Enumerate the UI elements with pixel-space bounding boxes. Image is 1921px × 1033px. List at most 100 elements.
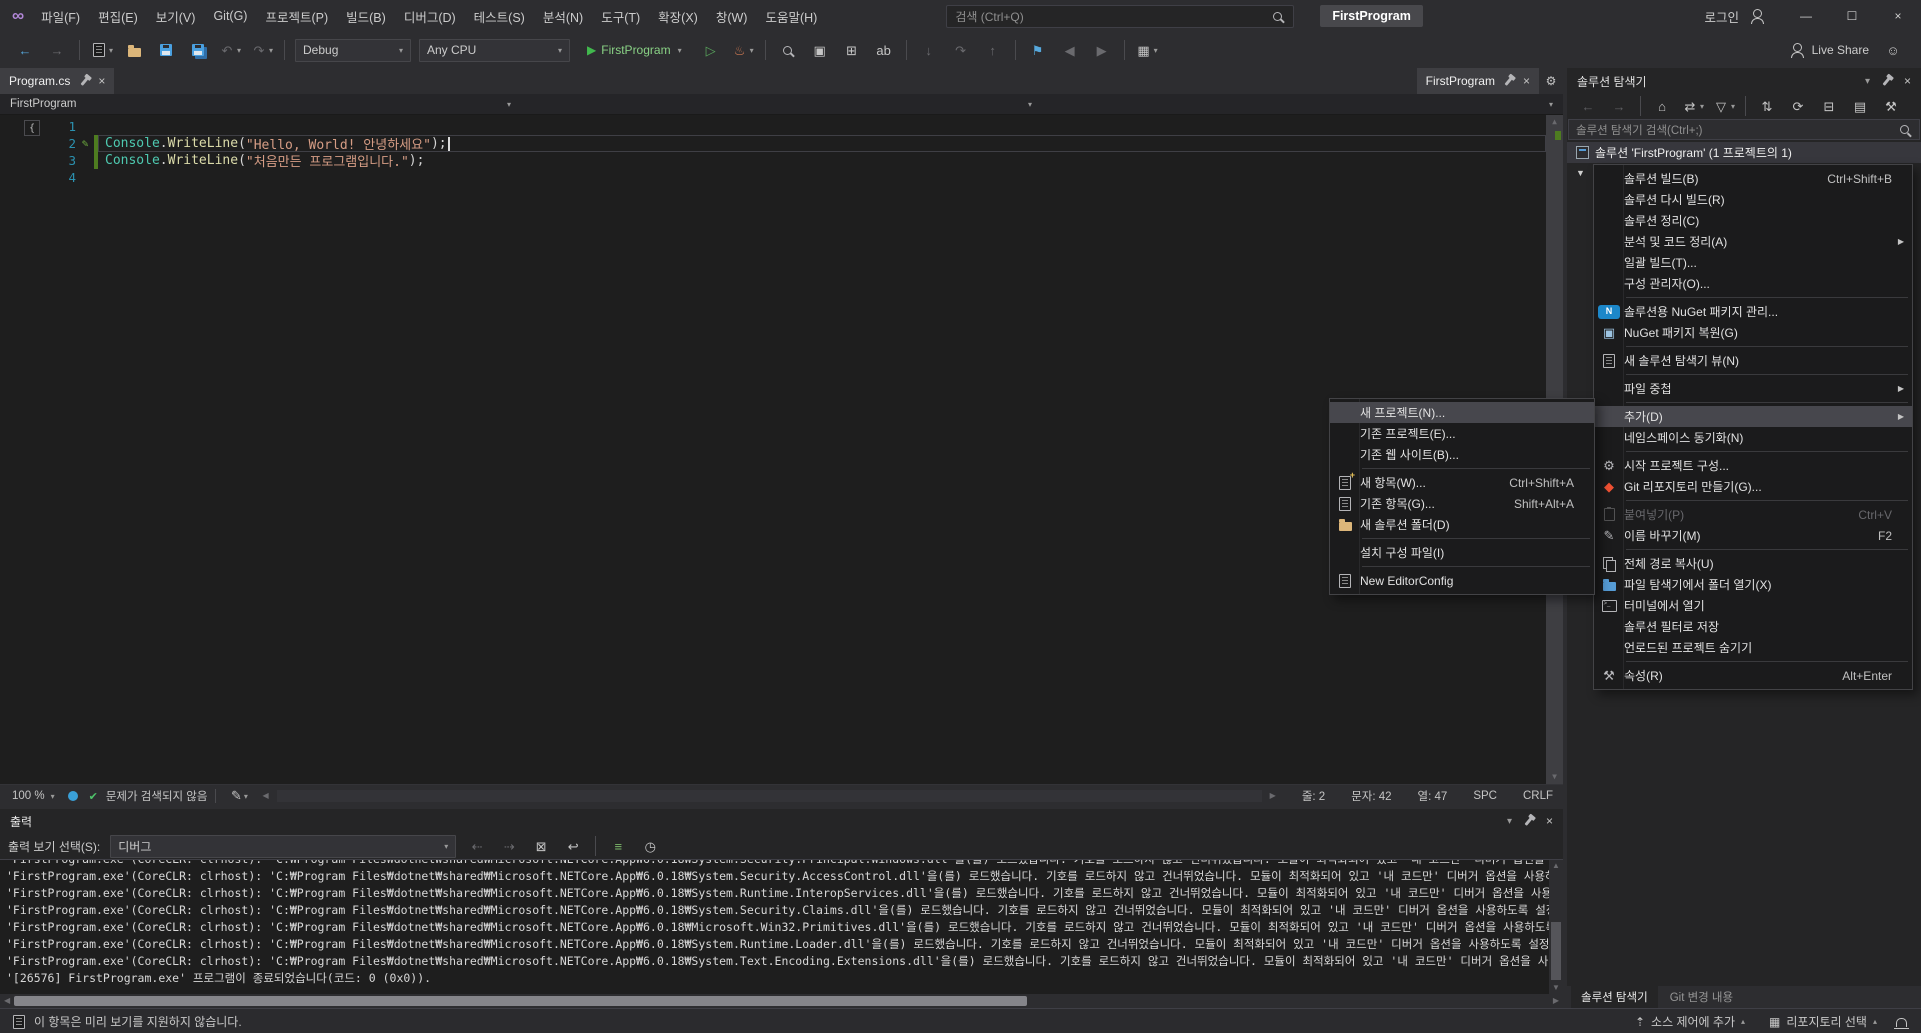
output-source-select[interactable]: 디버그 ▾: [110, 834, 457, 858]
health-indicator-icon[interactable]: [65, 788, 81, 804]
output-vertical-scrollbar[interactable]: ▲ ▼: [1549, 860, 1563, 994]
tab-preview-firstprogram[interactable]: FirstProgram ×: [1416, 68, 1539, 94]
sign-in-button[interactable]: 로그인: [1704, 7, 1739, 26]
chevron-expanded-icon[interactable]: ▼: [1576, 168, 1585, 178]
context-menu-item[interactable]: 네임스페이스 동기화(N): [1594, 427, 1912, 448]
code-line[interactable]: 2 ✎ Console. WriteLine("Hello, World! 안녕하세요…: [0, 135, 1563, 153]
user-profile-icon[interactable]: [1749, 8, 1765, 24]
platform-select[interactable]: Any CPU ▾: [419, 38, 570, 62]
menu-item[interactable]: 프로젝트(P): [256, 0, 337, 32]
se-forward[interactable]: →: [1604, 94, 1634, 119]
project-dropdown[interactable]: FirstProgram ▾: [0, 94, 521, 114]
previous-bookmark[interactable]: ◀: [1055, 38, 1085, 63]
notifications-bell-icon[interactable]: [1893, 1014, 1909, 1030]
menu-item[interactable]: 보기(V): [147, 0, 205, 32]
context-menu-item[interactable]: 분석 및 코드 정리(A) ▶: [1594, 231, 1912, 252]
scrollbar-thumb[interactable]: [14, 996, 1028, 1006]
context-menu-item[interactable]: 구성 관리자(O)...: [1594, 273, 1912, 294]
command-window[interactable]: ▣: [805, 38, 835, 63]
scrollbar-thumb[interactable]: [1551, 922, 1561, 980]
feedback-icon[interactable]: ☺: [1885, 42, 1901, 58]
context-menu-item[interactable]: 기존 항목(G)... Shift+Alt+A: [1330, 493, 1594, 514]
scroll-left-arrow-icon[interactable]: ◀: [262, 792, 268, 800]
add-to-source-control-button[interactable]: ⇡ 소스 제어에 추가 ▴: [1627, 1013, 1753, 1030]
context-menu-item[interactable]: 솔루션 필터로 저장: [1594, 616, 1912, 637]
context-menu-item[interactable]: 새 프로젝트(N)...: [1330, 402, 1594, 423]
context-menu-item[interactable]: 솔루션 다시 빌드(R): [1594, 189, 1912, 210]
undo[interactable]: ↶ ▾: [215, 38, 245, 63]
tab-settings-gear-icon[interactable]: ⚙: [1539, 74, 1563, 88]
timestamps[interactable]: ◷: [635, 834, 665, 859]
save-all[interactable]: [183, 38, 213, 63]
close-icon[interactable]: ×: [1523, 74, 1530, 88]
window-position-icon[interactable]: ▾: [1865, 76, 1870, 87]
open-file[interactable]: [119, 38, 149, 63]
code-line[interactable]: 1: [0, 118, 1563, 135]
step-into[interactable]: ↓: [914, 38, 944, 63]
save[interactable]: [151, 38, 181, 63]
context-menu-item[interactable]: 추가(D) ▶: [1594, 406, 1912, 427]
live-share-button[interactable]: Live Share: [1790, 42, 1869, 58]
code-cleanup-button[interactable]: ✎ ▾: [224, 784, 254, 809]
member-dropdown[interactable]: ▾: [1042, 94, 1563, 114]
new-project[interactable]: ▾: [87, 38, 117, 63]
context-menu-item[interactable]: ✎ 이름 바꾸기(M) F2: [1594, 525, 1912, 546]
text-editor-group[interactable]: ab: [869, 38, 899, 63]
context-menu-item[interactable]: ⚙ 시작 프로젝트 구성...: [1594, 455, 1912, 476]
context-menu-item[interactable]: 새 솔루션 탐색기 뷰(N): [1594, 350, 1912, 371]
minimize-button[interactable]: —: [1783, 0, 1829, 32]
context-menu-item[interactable]: 솔루션 빌드(B) Ctrl+Shift+B: [1594, 168, 1912, 189]
type-dropdown[interactable]: ▾: [521, 94, 1042, 114]
menu-item[interactable]: 도구(T): [592, 0, 649, 32]
context-menu-item[interactable]: ◆ Git 리포지토리 만들기(G)...: [1594, 476, 1912, 497]
code-line[interactable]: 4: [0, 169, 1563, 186]
context-menu-item[interactable]: 붙여넣기(P) Ctrl+V: [1594, 504, 1912, 525]
context-menu-item[interactable]: 파일 중첩 ▶: [1594, 378, 1912, 399]
scroll-right-arrow-icon[interactable]: ▶: [1270, 792, 1276, 800]
solution-search-box[interactable]: 솔루션 탐색기 검색(Ctrl+;): [1568, 119, 1920, 140]
close-icon[interactable]: ×: [1904, 74, 1911, 88]
start-debugging-button[interactable]: ▶ FirstProgram ▾: [579, 43, 690, 57]
context-menu-item[interactable]: 언로드된 프로젝트 숨기기: [1594, 637, 1912, 658]
hot-reload[interactable]: ♨ ▾: [728, 38, 758, 63]
context-menu-item[interactable]: 파일 탐색기에서 폴더 열기(X): [1594, 574, 1912, 595]
context-menu-item[interactable]: New EditorConfig: [1330, 570, 1594, 591]
context-menu-item[interactable]: 기존 웹 사이트(B)...: [1330, 444, 1594, 465]
menu-item[interactable]: 분석(N): [534, 0, 592, 32]
tab-program-cs[interactable]: Program.cs ×: [0, 68, 115, 94]
scroll-down-arrow-icon[interactable]: ▼: [1552, 773, 1557, 781]
scroll-up-arrow-icon[interactable]: ▲: [1552, 118, 1557, 126]
editor-horizontal-scrollbar[interactable]: [276, 790, 1262, 802]
configuration-select[interactable]: Debug ▾: [295, 38, 411, 62]
problems-status[interactable]: 문제가 검색되지 않음: [106, 788, 208, 804]
object-browser[interactable]: ⊞: [837, 38, 867, 63]
menu-item[interactable]: 디버그(D): [395, 0, 465, 32]
close-icon[interactable]: ×: [98, 74, 105, 88]
menu-item[interactable]: 파일(F): [32, 0, 89, 32]
navigate-back[interactable]: ←: [10, 38, 40, 63]
step-over[interactable]: ↷: [946, 38, 976, 63]
se-home[interactable]: ⌂: [1647, 94, 1677, 119]
context-menu-item[interactable]: ⚒ 속성(R) Alt+Enter: [1594, 665, 1912, 686]
panel-tab[interactable]: 솔루션 탐색기: [1571, 986, 1658, 1008]
pin-icon[interactable]: [1502, 74, 1516, 88]
se-collapse-all[interactable]: ⊟: [1814, 94, 1844, 119]
solution-node[interactable]: 솔루션 'FirstProgram' (1 프로젝트의 1): [1567, 142, 1921, 163]
context-menu-item[interactable]: 새 솔루션 폴더(D): [1330, 514, 1594, 535]
se-refresh[interactable]: ⟳: [1783, 94, 1813, 119]
output-body[interactable]: 'FirstProgram.exe'(CoreCLR: clrhost): 'C…: [0, 860, 1563, 994]
close-button[interactable]: ×: [1875, 0, 1921, 32]
select-repository-button[interactable]: ▦ 리포지토리 선택 ▴: [1761, 1013, 1885, 1030]
menu-item[interactable]: 창(W): [707, 0, 757, 32]
quick-search-box[interactable]: 검색 (Ctrl+Q): [946, 4, 1295, 28]
pin-icon[interactable]: [77, 74, 91, 88]
redo[interactable]: ↷ ▾: [247, 38, 277, 63]
find-in-files[interactable]: [773, 38, 803, 63]
close-icon[interactable]: ×: [1546, 814, 1553, 828]
se-back[interactable]: ←: [1573, 94, 1603, 119]
se-show-all-files[interactable]: ▤: [1845, 94, 1875, 119]
menu-item[interactable]: 빌드(B): [337, 0, 395, 32]
maximize-button[interactable]: ☐: [1829, 0, 1875, 32]
context-menu-item[interactable]: 터미널에서 열기: [1594, 595, 1912, 616]
word-wrap[interactable]: ↩: [558, 834, 588, 859]
